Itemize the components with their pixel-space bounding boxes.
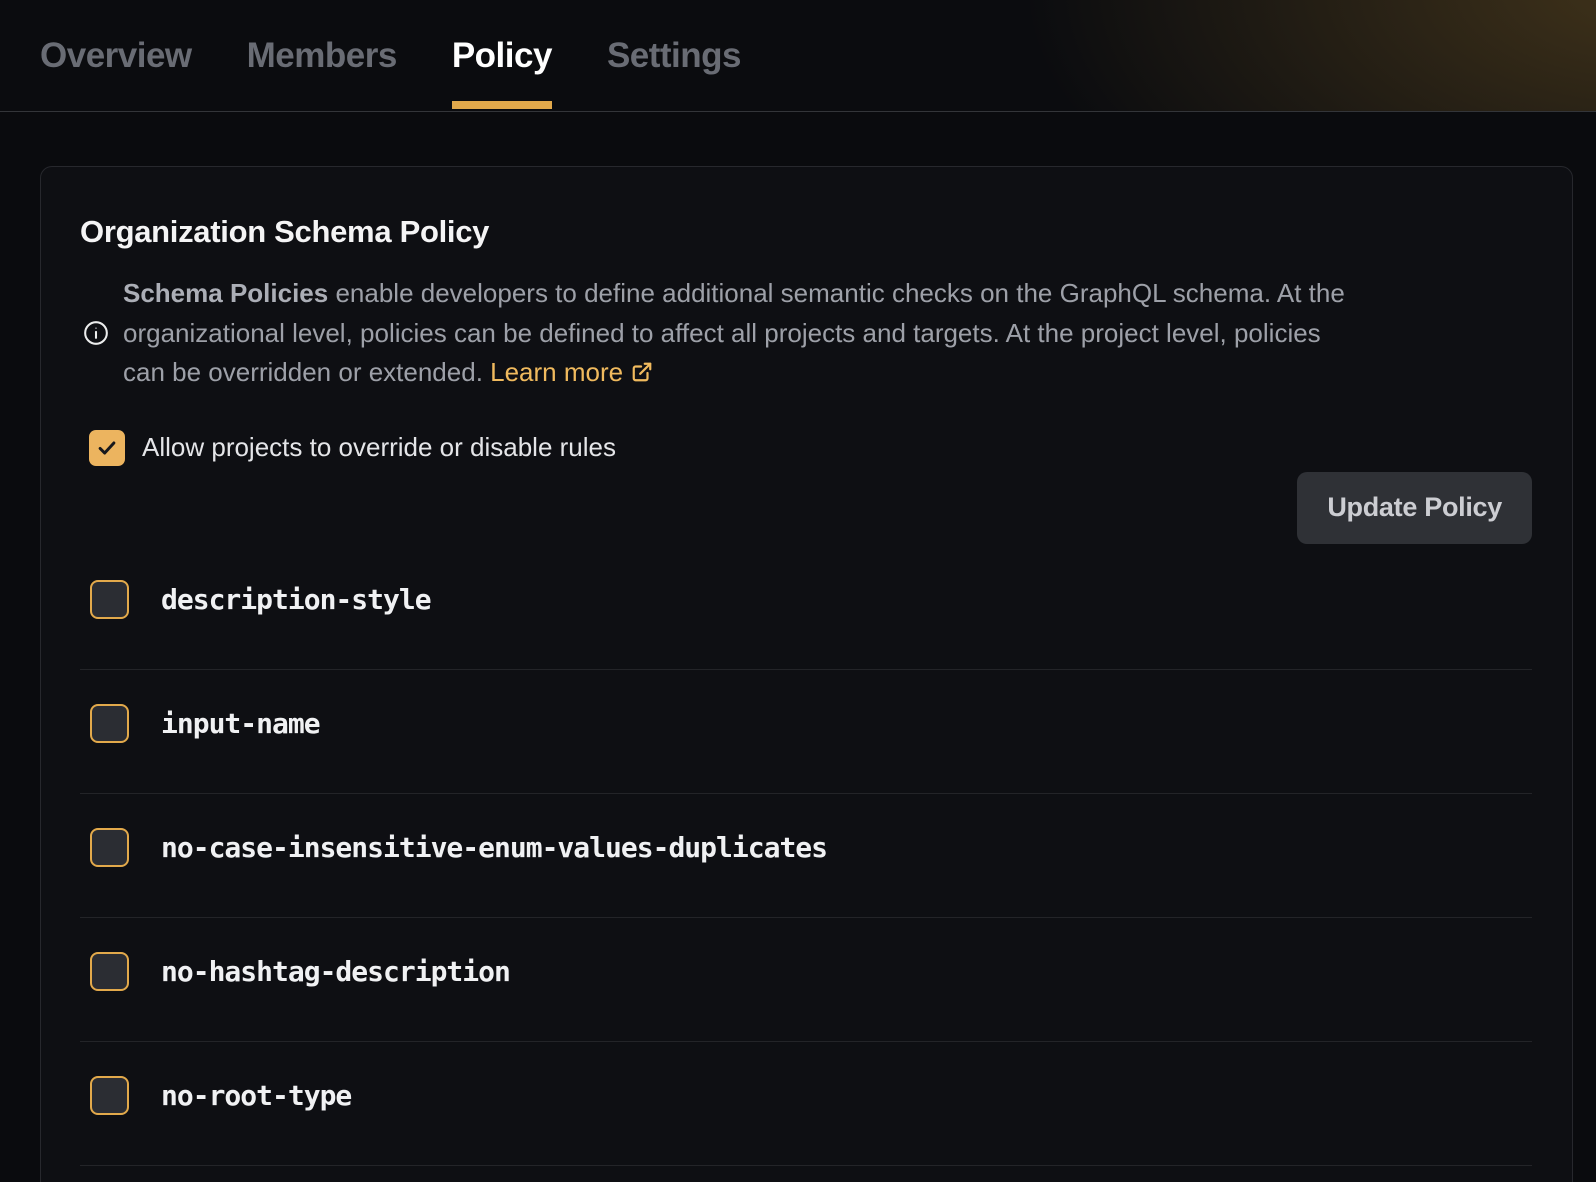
external-link-icon (631, 361, 653, 383)
button-row: Update Policy (80, 472, 1532, 544)
rule-label: description-style (161, 583, 431, 616)
checkmark-icon (96, 437, 118, 459)
tab-label: Settings (607, 36, 741, 76)
page-title: Organization Schema Policy (80, 214, 1532, 250)
rules-list: description-style input-name no-case-ins… (80, 546, 1532, 1166)
info-circle-icon (83, 320, 109, 346)
policy-description: Schema Policies enable developers to def… (123, 274, 1345, 393)
allow-override-row: Allow projects to override or disable ru… (80, 430, 1532, 466)
policy-description-line3: can be overridden or extended. (123, 357, 490, 387)
tab-label: Overview (40, 36, 192, 76)
rule-row-description-style: description-style (80, 546, 1532, 670)
rule-label: no-hashtag-description (161, 955, 510, 988)
rule-checkbox[interactable] (90, 828, 129, 867)
update-policy-button[interactable]: Update Policy (1297, 472, 1532, 544)
rule-checkbox[interactable] (90, 1076, 129, 1115)
schema-policy-card: Organization Schema Policy Schema Polici… (40, 166, 1573, 1182)
policy-description-bold: Schema Policies (123, 278, 328, 308)
tab-label: Policy (452, 36, 552, 76)
rule-label: no-root-type (161, 1079, 351, 1112)
policy-info-callout: Schema Policies enable developers to def… (80, 274, 1532, 393)
allow-override-label: Allow projects to override or disable ru… (142, 432, 616, 463)
tab-members[interactable]: Members (247, 0, 397, 112)
rule-row-no-root-type: no-root-type (80, 1042, 1532, 1166)
tab-settings[interactable]: Settings (607, 0, 741, 112)
tab-policy[interactable]: Policy (452, 0, 552, 112)
rule-checkbox[interactable] (90, 704, 129, 743)
rule-label: no-case-insensitive-enum-values-duplicat… (161, 831, 827, 864)
learn-more-link[interactable]: Learn more (490, 357, 623, 387)
allow-override-checkbox[interactable] (89, 430, 125, 466)
tab-overview[interactable]: Overview (40, 0, 192, 112)
rule-checkbox[interactable] (90, 952, 129, 991)
rule-row-no-hashtag-description: no-hashtag-description (80, 918, 1532, 1042)
rule-label: input-name (161, 707, 320, 740)
tab-label: Members (247, 36, 397, 76)
policy-description-line1: enable developers to define additional s… (328, 278, 1345, 308)
org-tabs-nav: Overview Members Policy Settings (0, 0, 1596, 112)
policy-description-line2: organizational level, policies can be de… (123, 318, 1321, 348)
rule-checkbox[interactable] (90, 580, 129, 619)
rule-row-no-case-insensitive-enum-values-duplicates: no-case-insensitive-enum-values-duplicat… (80, 794, 1532, 918)
rule-row-input-name: input-name (80, 670, 1532, 794)
active-tab-underline (452, 101, 552, 109)
